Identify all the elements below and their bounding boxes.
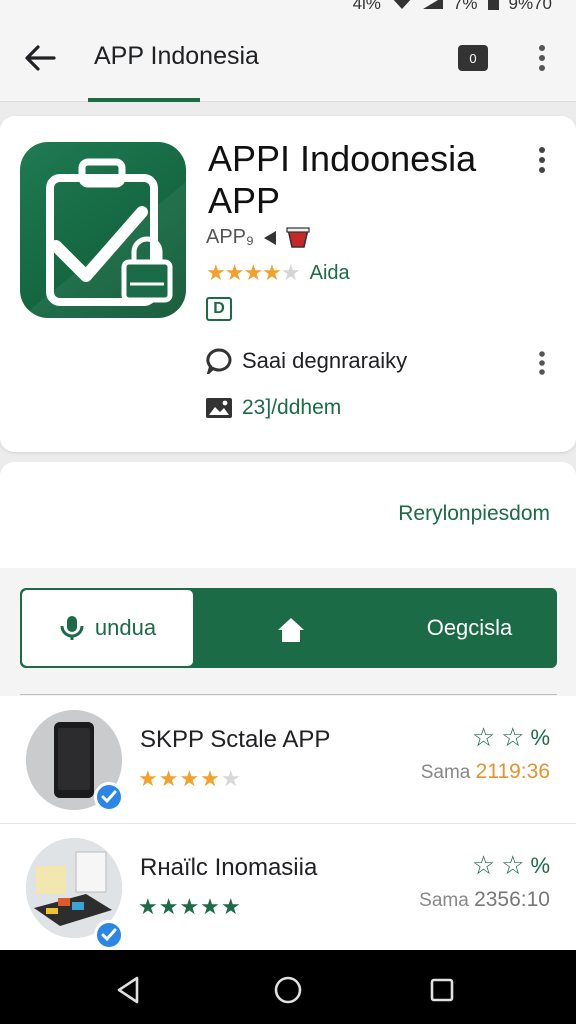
item-score: ☆ ☆ % [472,850,550,881]
item-rating-stars: ★★★★★ [138,894,242,919]
triangle-back-icon [117,976,139,1004]
item-meta-value: 2119:36 [475,760,550,783]
item-meta: Sama 2119:36 [421,760,550,784]
star-outline-icon: ☆ [471,722,496,752]
developer-row: APP₉ [206,226,310,249]
item-title: Rнаïlc Inomasiia [140,854,318,881]
arrow-left-icon [25,45,56,71]
rating-label: Aida [309,261,350,284]
app-logo [20,142,186,318]
item-score: ☆ ☆ % [472,722,550,753]
status-indicators: 4l% 7% 9%70 [353,0,552,14]
more-vert-icon[interactable] [526,346,558,380]
app-list: SKPP Sctale APP ★★★★★ ☆ ☆ % Sama 2119:36 [0,696,576,950]
developer-name: APP₉ [206,226,254,248]
section-header-card: Rerylonpiesdom [0,462,576,568]
nav-home-button[interactable] [268,970,308,1010]
chat-bubble-icon [206,348,232,374]
clipboard-check-icon [20,158,186,318]
divider [20,694,557,695]
app-info-card: APPI Indoonesia APP APP₉ ★★★★★ Aida D Sa… [0,116,576,452]
home-icon[interactable] [272,612,310,648]
verified-check-icon [94,920,124,950]
item-meta: Sama 2356:10 [419,888,550,912]
info-row-1-text: Saai degnraraiky [242,348,408,373]
speaker-icon [263,230,276,245]
list-item[interactable]: Rнаïlc Inomasiia ★★★★★ ☆ ☆ % Sama 2356:1… [0,824,576,952]
app-bar: APP Indonesia 0 [0,14,576,102]
more-vert-icon[interactable] [526,40,558,76]
signal-text: 4l% [352,0,381,13]
verified-check-icon [94,782,124,812]
segment-area: undua Oegcisla [0,568,576,696]
active-tab-indicator [88,98,200,102]
system-nav-bar [0,950,576,1024]
clock: 9%70 [508,0,552,13]
star-outline-icon: ☆ [471,850,496,880]
star-outline-icon: ☆ [501,850,525,880]
segment-third-label: Oegcisla [426,615,513,640]
back-button[interactable] [18,36,62,80]
page-title: APP Indonesia [94,42,259,70]
battery-percent: 7% [452,0,478,13]
badge-count: 0 [469,50,477,66]
notification-badge-button[interactable]: 0 [458,45,488,71]
section-link[interactable]: Rerylonpiesdom [398,502,550,526]
info-row-media: 23]/ddhem [206,396,341,420]
item-meta-label: Sama [420,762,471,783]
nav-recents-button[interactable] [422,970,462,1010]
battery-icon [487,0,499,10]
microphone-icon [60,616,84,640]
item-title: SKPP Sctale APP [140,726,331,753]
list-item[interactable]: SKPP Sctale APP ★★★★★ ☆ ☆ % Sama 2119:36 [0,696,576,824]
app-name: APPI Indoonesia APP [208,138,477,221]
rating-row: ★★★★★ Aida [206,260,350,286]
cell-signal-icon [422,0,443,14]
more-vert-icon[interactable] [526,140,558,180]
circle-home-icon [274,976,302,1004]
segmented-control: undua Oegcisla [20,588,557,668]
item-rating-stars: ★★★★★ [138,766,242,791]
item-score-suffix: % [530,852,550,878]
item-score-suffix: % [530,724,550,750]
rating-stars: ★★★★★ [206,260,301,285]
segment-third[interactable]: Oegcisla [382,590,557,666]
square-recents-icon [430,978,454,1002]
nav-back-button[interactable] [108,970,148,1010]
wifi-icon [391,0,413,14]
segment-first-label: undua [94,615,157,640]
info-row-2-text: 23]/ddhem [242,396,342,419]
image-icon [206,398,232,418]
info-row-comments: Saai degnraraiky [206,348,407,374]
item-meta-label: Sama [419,890,469,911]
content-rating-badge: D [206,297,232,321]
segment-first[interactable]: undua [22,590,193,666]
star-outline-icon: ☆ [501,722,525,752]
item-meta-value: 2356:10 [474,888,550,911]
status-bar: 4l% 7% 9%70 [0,0,576,14]
cup-icon [286,226,310,248]
